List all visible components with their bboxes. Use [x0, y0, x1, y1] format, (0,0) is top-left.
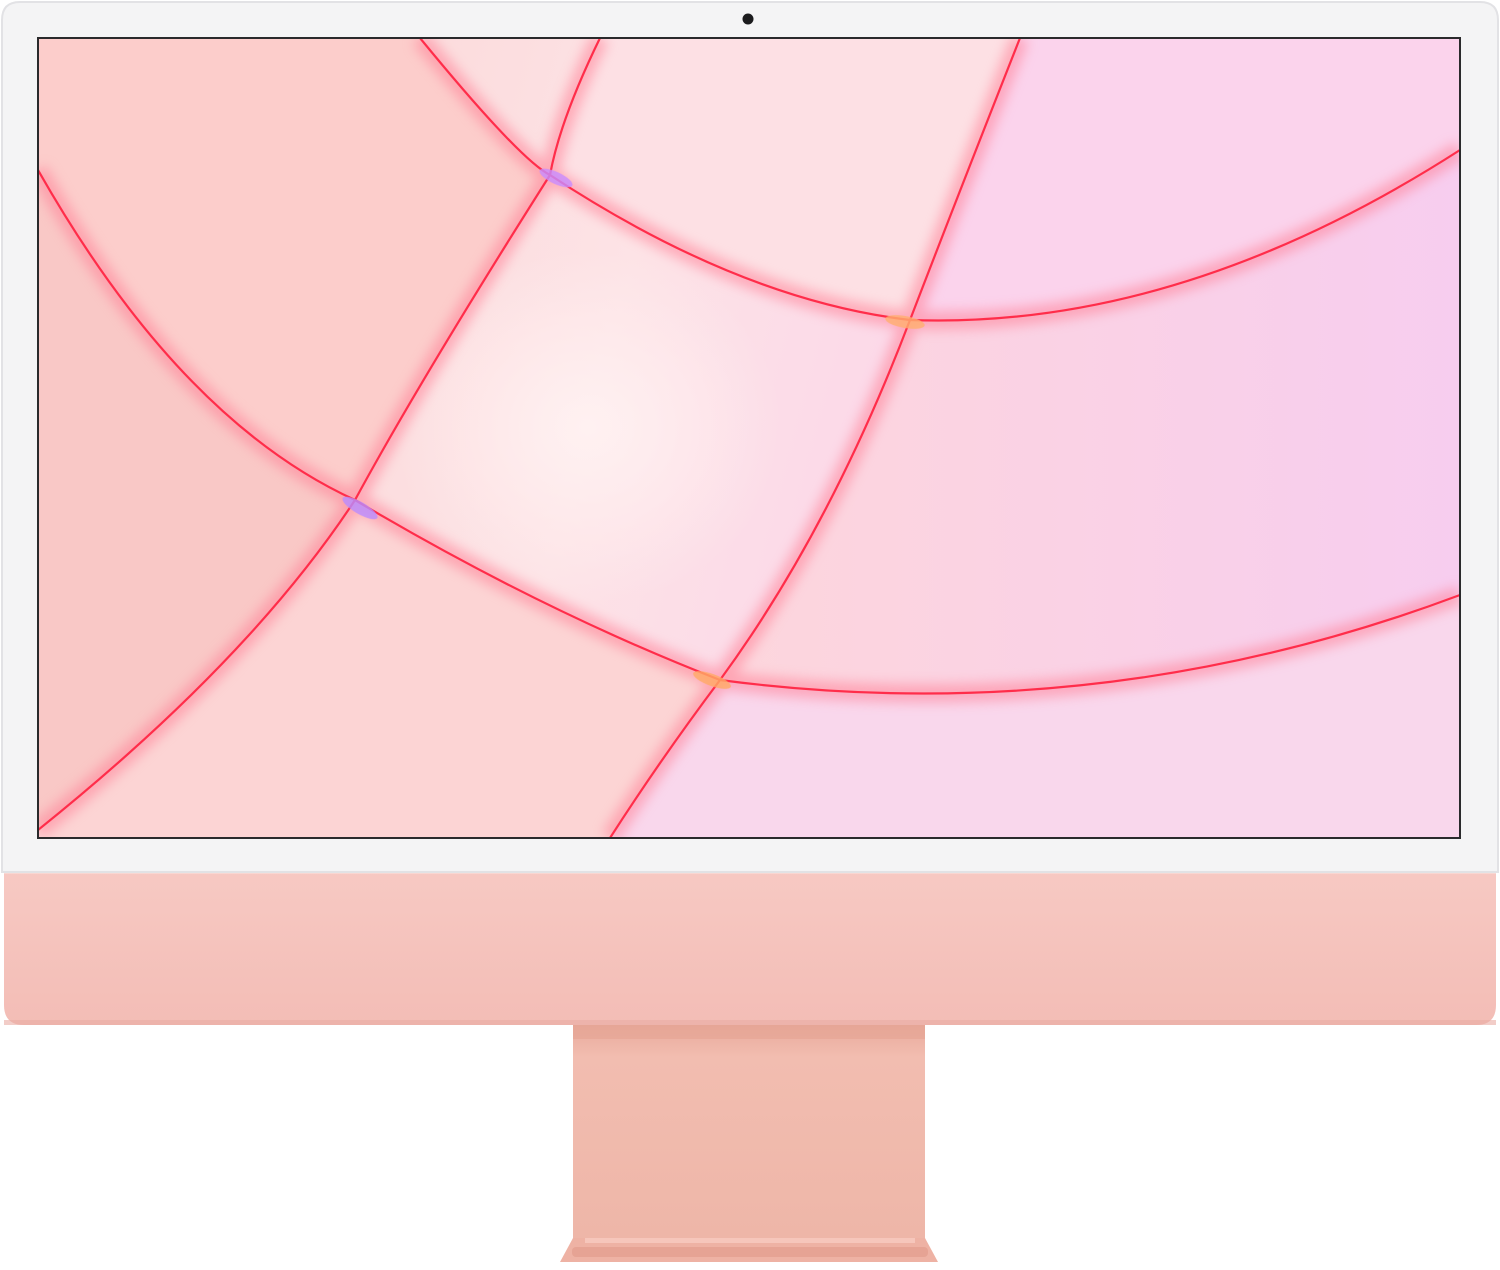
chin	[4, 870, 1496, 1025]
imac-illustration	[1, 1, 1499, 1262]
camera-dot-icon	[742, 13, 754, 25]
product-photo	[0, 0, 1500, 1270]
stand	[560, 1025, 938, 1262]
screen	[38, 38, 1460, 838]
